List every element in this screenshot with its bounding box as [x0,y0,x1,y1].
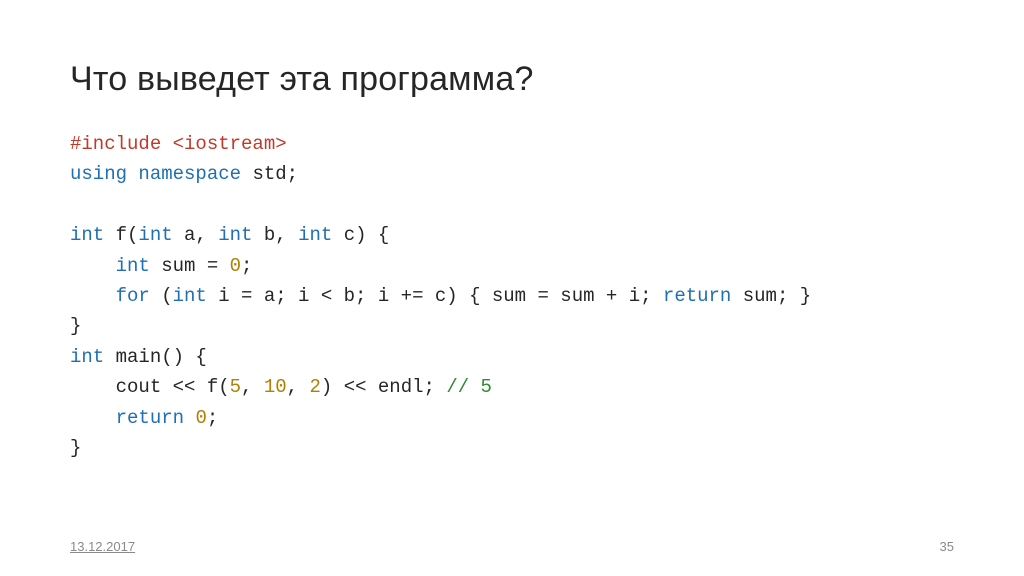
code-line: } [70,311,954,341]
code-token: ( [161,285,172,307]
code-token: sum = [161,255,229,277]
code-token: int [70,224,116,246]
code-token [70,285,116,307]
code-token: int [70,346,116,368]
code-token: , [287,376,310,398]
code-line: #include <iostream> [70,129,954,159]
footer-page-number: 35 [940,539,954,554]
code-token: a, [184,224,218,246]
code-token: int [298,224,344,246]
code-token: int [116,255,162,277]
code-token: sum; } [743,285,811,307]
code-token: ; [241,255,252,277]
code-token: return [663,285,743,307]
code-token [70,407,116,429]
code-token: i = a; i < b; i += c) { sum = sum + i; [218,285,663,307]
code-line: for (int i = a; i < b; i += c) { sum = s… [70,281,954,311]
code-line: cout << f(5, 10, 2) << endl; // 5 [70,372,954,402]
code-token: ; [207,407,218,429]
code-token: } [70,315,81,337]
slide-title: Что выведет эта программа? [70,60,954,99]
code-token: #include <iostream> [70,133,287,155]
code-block: #include <iostream>using namespace std; … [70,129,954,463]
code-line: return 0; [70,403,954,433]
code-token: f( [116,224,139,246]
slide: Что выведет эта программа? #include <ios… [0,0,1024,576]
code-token: 5 [230,376,241,398]
code-line: int sum = 0; [70,251,954,281]
code-token: b, [264,224,298,246]
code-line: } [70,433,954,463]
code-token: int [138,224,184,246]
code-line: using namespace std; [70,159,954,189]
code-token: , [241,376,264,398]
code-token: using namespace [70,163,252,185]
code-line [70,190,954,220]
footer-date: 13.12.2017 [70,539,135,554]
code-token: ) << endl; [321,376,446,398]
code-token: 0 [230,255,241,277]
code-token: main() { [116,346,207,368]
code-token: 10 [264,376,287,398]
code-token: // 5 [446,376,492,398]
code-token: 2 [309,376,320,398]
code-token: return [116,407,196,429]
code-token: c) { [344,224,390,246]
code-token [70,255,116,277]
code-token: int [218,224,264,246]
code-line: int f(int a, int b, int c) { [70,220,954,250]
code-token: for [116,285,162,307]
code-token: std; [252,163,298,185]
code-token: int [173,285,219,307]
code-line: int main() { [70,342,954,372]
code-token: 0 [195,407,206,429]
code-token: cout << f( [70,376,230,398]
code-token: } [70,437,81,459]
